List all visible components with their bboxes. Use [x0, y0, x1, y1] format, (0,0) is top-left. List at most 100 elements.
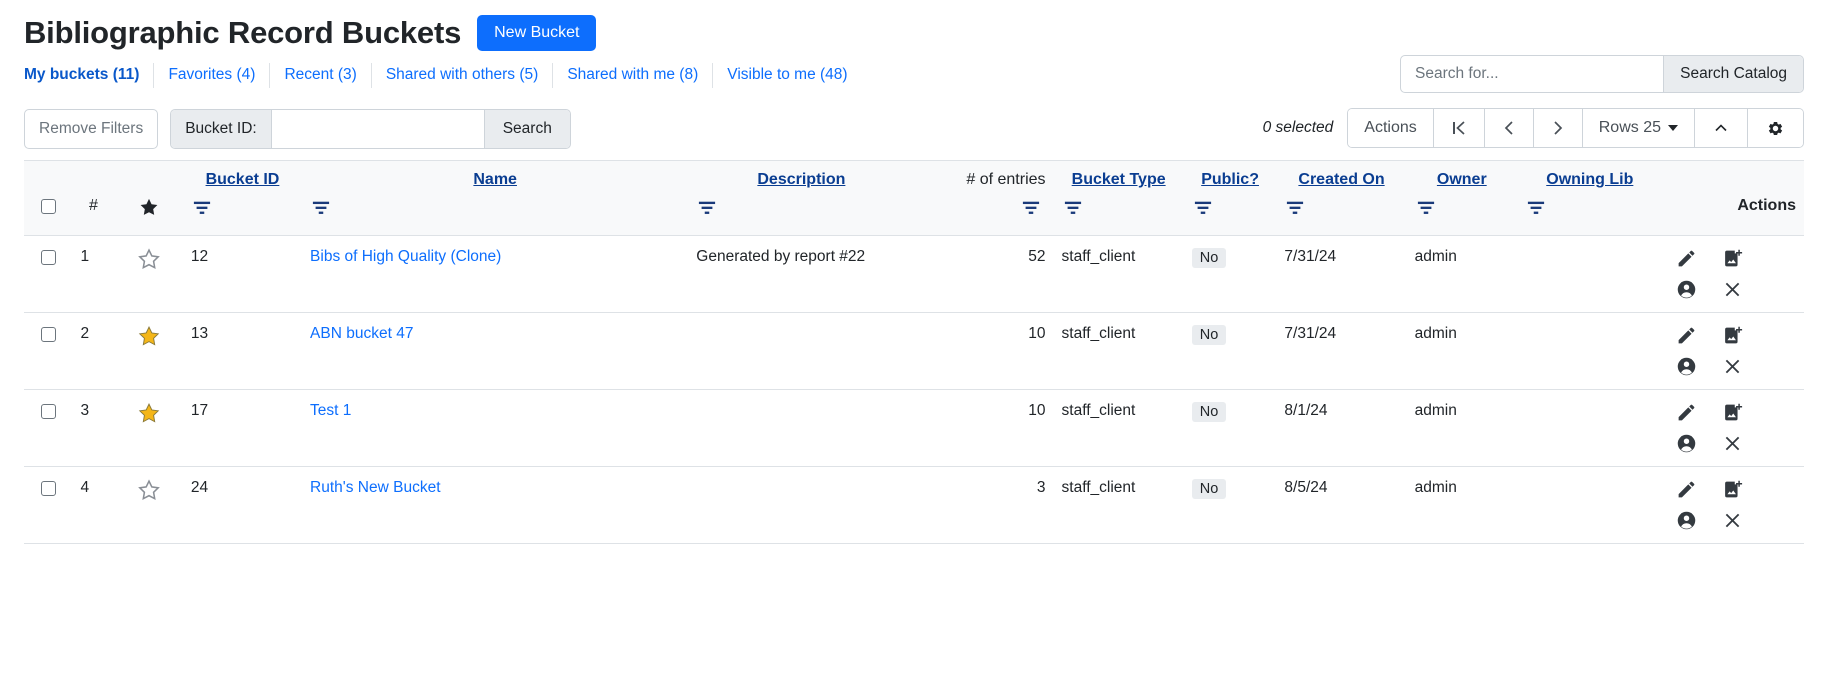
next-page-button[interactable]: [1533, 109, 1583, 148]
bucket-name-link[interactable]: Test 1: [310, 402, 351, 419]
select-all-checkbox[interactable]: [40, 198, 56, 214]
row-actions-cell: [1662, 389, 1804, 468]
header-created-on-sort[interactable]: Created On: [1298, 171, 1384, 189]
filter-icon[interactable]: [696, 199, 718, 217]
prev-page-button[interactable]: [1484, 109, 1534, 148]
filter-icon[interactable]: [1525, 199, 1547, 217]
nav-item-recent[interactable]: Recent (3): [270, 63, 372, 89]
add-to-bucket-button[interactable]: [1717, 248, 1749, 269]
row-checkbox[interactable]: [40, 249, 56, 265]
star-filled-icon[interactable]: [137, 325, 161, 348]
chevron-left-icon: [1504, 121, 1513, 135]
add-to-bucket-button[interactable]: [1717, 479, 1749, 500]
row-bucket-type: staff_client: [1053, 312, 1184, 391]
first-page-button[interactable]: [1433, 109, 1485, 148]
collapse-toolbar-button[interactable]: [1695, 109, 1748, 148]
row-checkbox[interactable]: [40, 403, 56, 419]
nav-item-visible-to-me[interactable]: Visible to me (48): [713, 63, 861, 88]
remove-filters-button[interactable]: Remove Filters: [24, 109, 159, 150]
bucket-name-link[interactable]: Bibs of High Quality (Clone): [310, 248, 501, 265]
row-owning-lib: [1516, 235, 1663, 314]
share-bucket-button[interactable]: [1671, 356, 1703, 377]
edit-bucket-button[interactable]: [1671, 479, 1703, 500]
header-favorite: [114, 160, 183, 237]
row-owning-lib: [1516, 389, 1663, 468]
header-name-sort[interactable]: Name: [473, 171, 517, 189]
header-bucket-type-sort[interactable]: Bucket Type: [1072, 171, 1166, 189]
nav-item-shared-with-others[interactable]: Shared with others (5): [372, 63, 554, 89]
nav-item-shared-with-me[interactable]: Shared with me (8): [553, 63, 714, 89]
bucket-id-input[interactable]: [271, 110, 484, 149]
delete-bucket-button[interactable]: [1717, 356, 1749, 377]
header-owner: Owner: [1406, 160, 1517, 237]
header-owner-sort[interactable]: Owner: [1437, 171, 1487, 189]
share-bucket-button[interactable]: [1671, 279, 1703, 300]
new-bucket-button[interactable]: New Bucket: [477, 14, 597, 51]
catalog-search-input[interactable]: [1401, 56, 1664, 93]
close-icon: [1725, 359, 1740, 374]
public-badge: No: [1191, 325, 1227, 346]
grid-toolbar-right: 0 selected Actions Rows 25: [1263, 108, 1804, 149]
pencil-icon: [1678, 327, 1695, 344]
actions-menu-button[interactable]: Actions: [1348, 109, 1434, 148]
filter-icon[interactable]: [1020, 199, 1042, 217]
row-action-icons: [1671, 248, 1796, 300]
search-catalog-button[interactable]: Search Catalog: [1663, 56, 1803, 93]
header-entries-label: # of entries: [966, 171, 1046, 189]
share-bucket-button[interactable]: [1671, 510, 1703, 531]
grid-settings-button[interactable]: [1748, 109, 1803, 148]
table-row[interactable]: 3 17 Test 1 10 staff_client No 8/1/24 ad…: [24, 389, 1804, 468]
filter-icon[interactable]: [1415, 199, 1437, 217]
table-row[interactable]: 4 24 Ruth's New Bucket 3 staff_client No…: [24, 466, 1804, 545]
grid-header-row: # Bucket ID Name Description # of entrie…: [24, 160, 1804, 237]
row-owner: admin: [1406, 235, 1517, 314]
rows-per-page-label: Rows 25: [1598, 119, 1661, 137]
bucket-name-link[interactable]: Ruth's New Bucket: [310, 479, 440, 496]
filter-icon[interactable]: [191, 199, 213, 217]
edit-bucket-button[interactable]: [1671, 402, 1703, 423]
edit-bucket-button[interactable]: [1671, 325, 1703, 346]
nav-item-favorites[interactable]: Favorites (4): [154, 63, 271, 89]
edit-bucket-button[interactable]: [1671, 248, 1703, 269]
table-row[interactable]: 2 13 ABN bucket 47 10 staff_client No 7/…: [24, 312, 1804, 391]
share-bucket-button[interactable]: [1671, 433, 1703, 454]
public-badge: No: [1191, 248, 1227, 269]
page-header: Bibliographic Record Buckets New Bucket: [0, 0, 1828, 51]
row-action-icons: [1671, 402, 1796, 454]
row-bucket-id: 17: [182, 389, 303, 468]
star-outline-icon[interactable]: [137, 479, 161, 502]
add-to-bucket-button[interactable]: [1717, 402, 1749, 423]
row-public-cell: No: [1183, 312, 1277, 391]
star-outline-icon[interactable]: [137, 248, 161, 271]
header-public-sort[interactable]: Public?: [1201, 171, 1259, 189]
add-to-bucket-button[interactable]: [1717, 325, 1749, 346]
filter-icon[interactable]: [1062, 199, 1084, 217]
header-description: Description: [688, 160, 915, 237]
row-select-cell: [24, 466, 73, 545]
bucket-id-search-button[interactable]: Search: [483, 110, 570, 149]
pencil-icon: [1678, 250, 1695, 267]
row-bucket-id: 12: [182, 235, 303, 314]
delete-bucket-button[interactable]: [1717, 279, 1749, 300]
bucket-scope-nav: My buckets (11) Favorites (4) Recent (3)…: [0, 51, 1828, 94]
nav-item-my-buckets[interactable]: My buckets (11): [24, 63, 155, 89]
bucket-id-filter: Bucket ID: Search: [170, 109, 571, 150]
row-select-cell: [24, 312, 73, 391]
row-checkbox[interactable]: [40, 326, 56, 342]
pencil-icon: [1678, 404, 1695, 421]
table-row[interactable]: 1 12 Bibs of High Quality (Clone) Genera…: [24, 235, 1804, 314]
header-description-sort[interactable]: Description: [757, 171, 845, 189]
delete-bucket-button[interactable]: [1717, 433, 1749, 454]
row-created-on: 8/1/24: [1276, 389, 1407, 468]
star-icon[interactable]: [138, 197, 160, 218]
delete-bucket-button[interactable]: [1717, 510, 1749, 531]
filter-icon[interactable]: [310, 199, 332, 217]
header-bucket-id-sort[interactable]: Bucket ID: [206, 171, 280, 189]
header-owning-lib-sort[interactable]: Owning Lib: [1546, 171, 1633, 189]
filter-icon[interactable]: [1284, 199, 1306, 217]
rows-per-page-button[interactable]: Rows 25: [1582, 109, 1695, 148]
row-checkbox[interactable]: [40, 480, 56, 496]
filter-icon[interactable]: [1192, 199, 1214, 217]
star-filled-icon[interactable]: [137, 402, 161, 425]
bucket-name-link[interactable]: ABN bucket 47: [310, 325, 413, 342]
